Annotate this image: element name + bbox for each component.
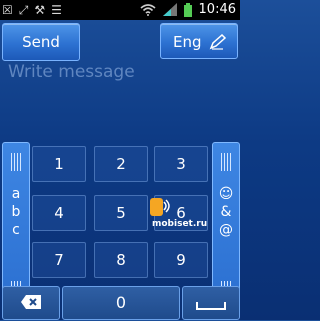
pen-icon [209,34,227,50]
wifi-icon [140,3,156,16]
backspace-icon [21,295,41,309]
text-mode-button[interactable]: a b c [2,142,30,310]
abc-label: a b c [11,186,21,238]
space-button[interactable] [182,286,240,320]
signal-icon [162,3,177,16]
language-label: Eng [173,33,202,51]
backspace-button[interactable] [2,286,60,320]
menu-icon: ☰ [51,3,62,17]
status-bar: ☒ ⤢ ⚒ ☰ 10:46 [0,0,240,20]
space-icon [196,302,226,310]
key-7[interactable]: 7 [32,242,86,278]
clock: 10:46 [198,2,236,17]
message-input[interactable]: Write message [8,62,135,82]
symbols-label: ☺ & @ [213,185,239,239]
key-3[interactable]: 3 [154,146,208,182]
key-1[interactable]: 1 [32,146,86,182]
grip-top-icon [11,153,21,171]
send-button[interactable]: Send [2,23,80,61]
sync-icon: ⤢ [18,3,29,17]
language-button[interactable]: Eng [160,23,238,59]
smiley-icon: ☺ [218,186,234,202]
grip-top-icon [221,153,231,171]
key-8[interactable]: 8 [94,242,148,278]
battery-icon [183,2,192,17]
close-notification-icon: ☒ [2,3,13,17]
watermark-text: mobiset.ru [152,219,208,229]
key-0[interactable]: 0 [62,286,180,320]
status-right: 10:46 [140,2,236,17]
key-2[interactable]: 2 [94,146,148,182]
key-4[interactable]: 4 [32,195,86,231]
usb-icon: ⚒ [34,3,46,17]
symbols-mode-button[interactable]: ☺ & @ [212,142,240,310]
mobiset-logo-icon [150,198,170,216]
key-5[interactable]: 5 [94,195,148,231]
key-9[interactable]: 9 [154,242,208,278]
notification-icons: ☒ ⤢ ⚒ ☰ [2,3,62,18]
